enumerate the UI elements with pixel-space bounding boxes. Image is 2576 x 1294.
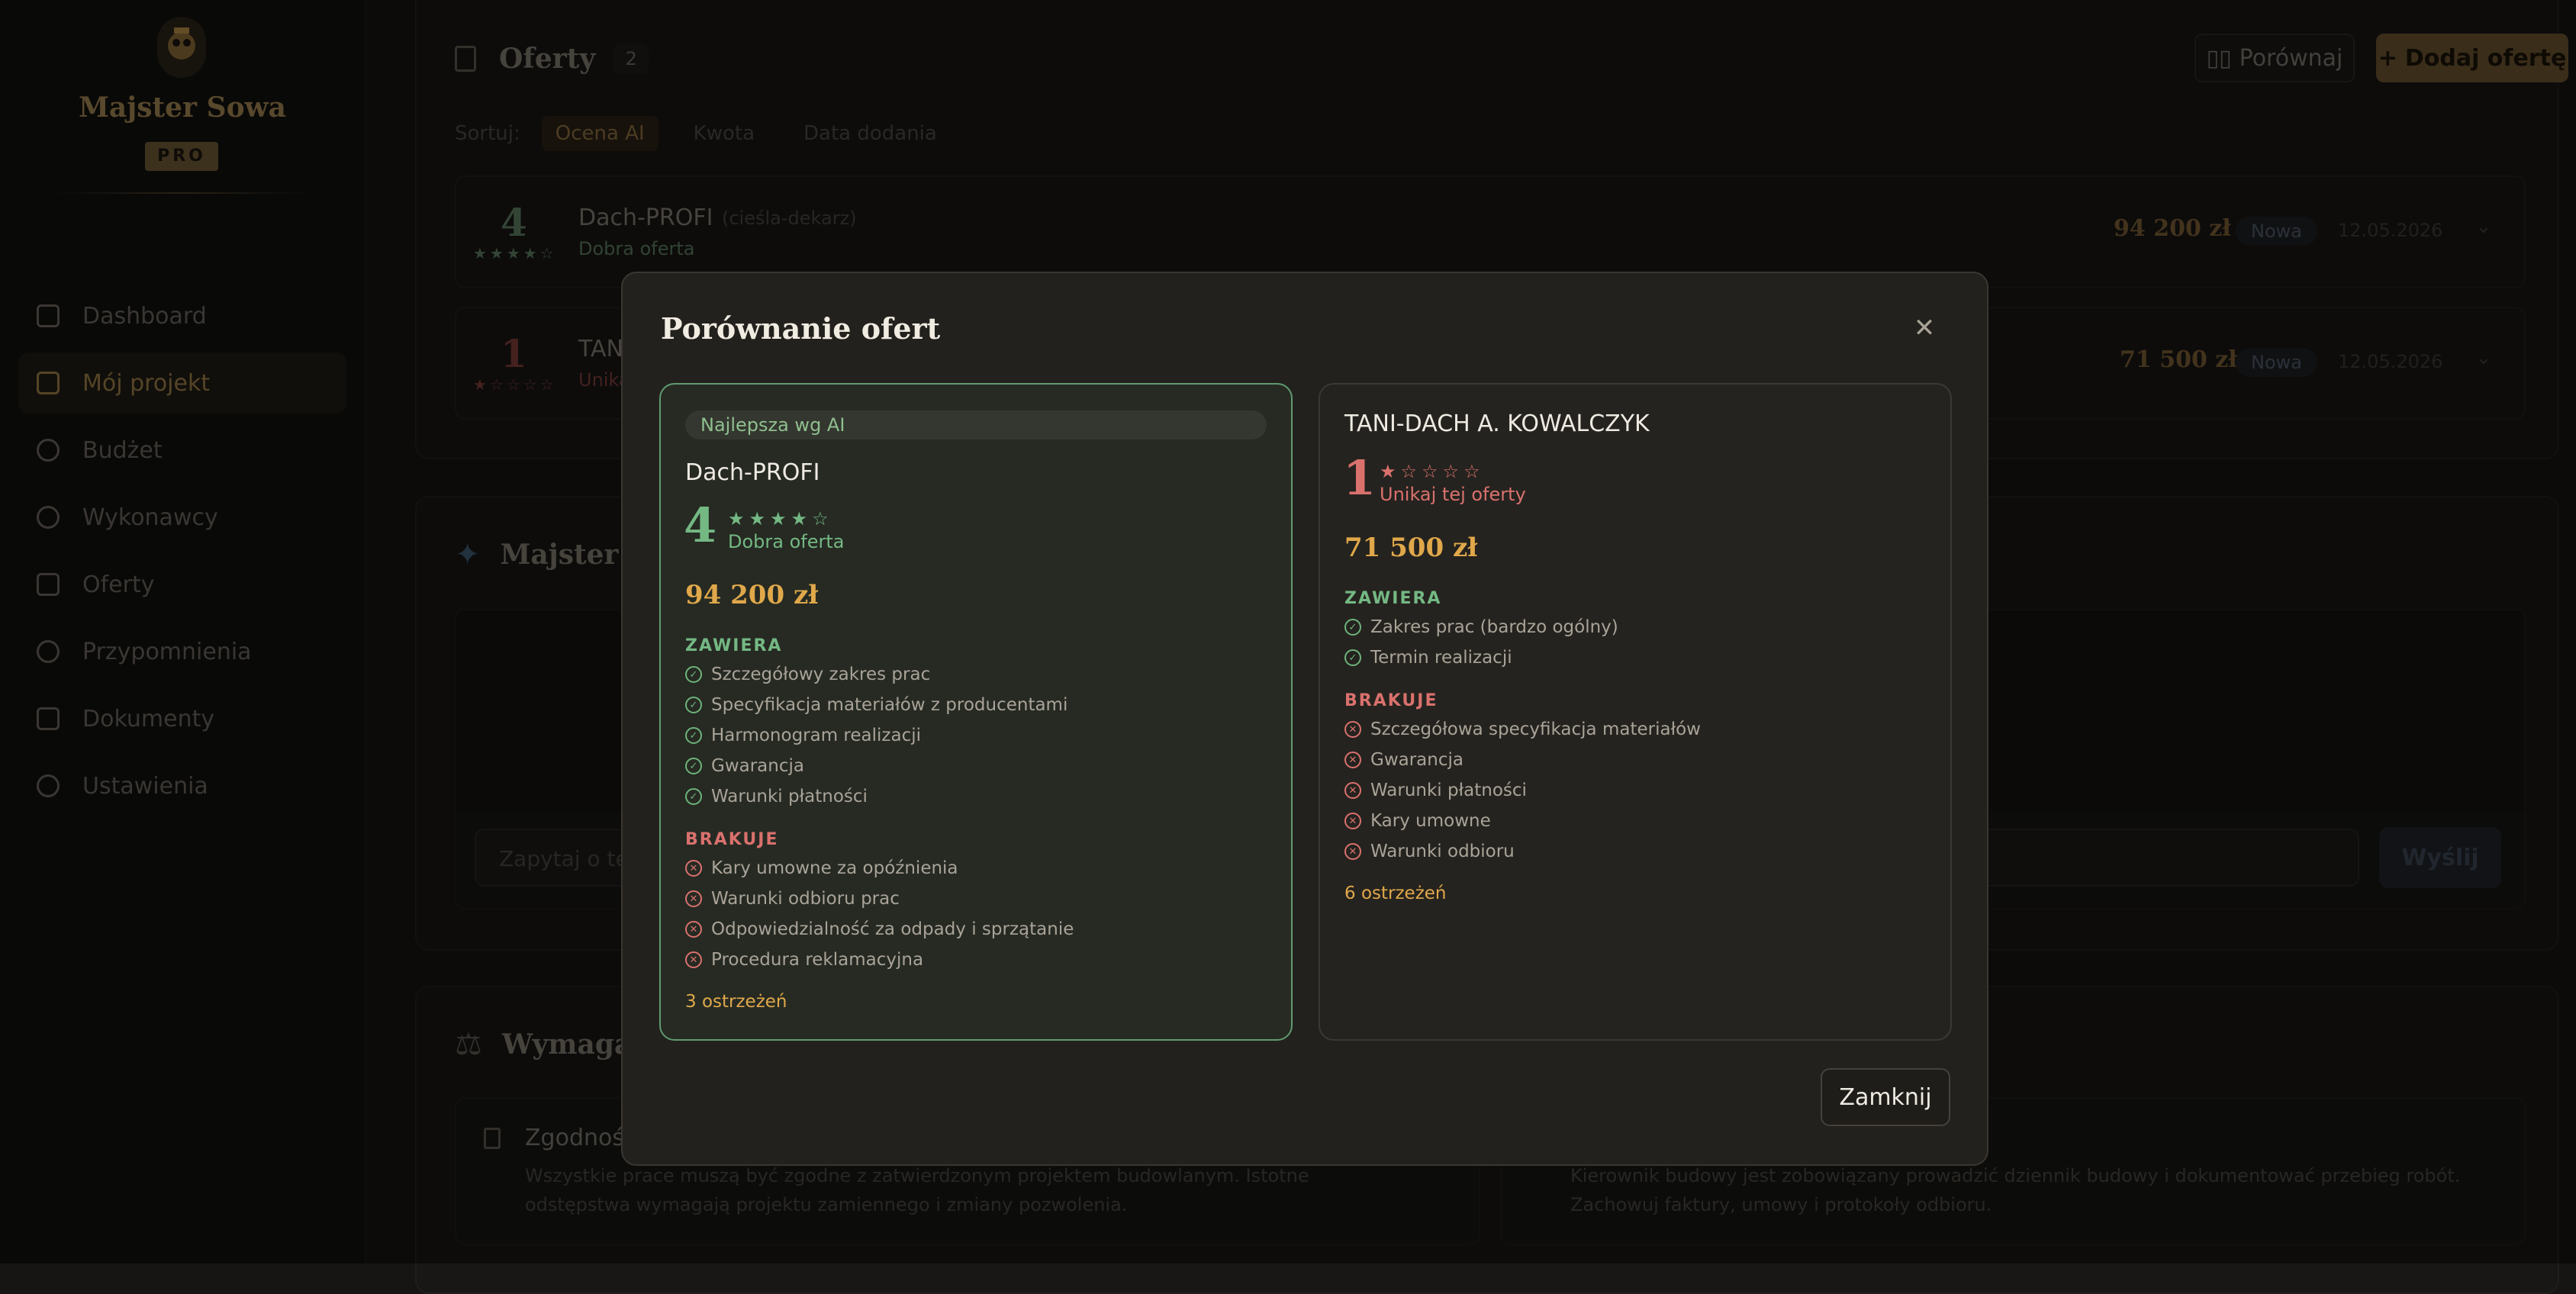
check-circle-icon: ✓ (685, 697, 702, 713)
list-item: ✕ Odpowiedzialność za odpady i sprzątanie (685, 914, 1074, 945)
missing-list: ✕ Kary umowne za opóźnienia ✕ Warunki odbi… (685, 853, 1074, 975)
offer-score: 4 (684, 497, 717, 553)
x-circle-icon: ✕ (1344, 752, 1361, 768)
list-item-label: Warunki płatności (711, 787, 868, 806)
x-circle-icon: ✕ (685, 860, 702, 877)
check-circle-icon: ✓ (1344, 649, 1361, 666)
rating-stars: ★☆☆☆☆ (1380, 461, 1485, 482)
list-item-label: Gwarancja (711, 756, 804, 776)
list-item-label: Kary umowne za opóźnienia (711, 858, 958, 878)
list-item: ✓ Specyfikacja materiałów z producentami (685, 690, 1067, 720)
list-item-label: Warunki odbioru (1370, 842, 1515, 861)
offer-verdict: Unikaj tej oferty (1380, 484, 1526, 505)
offer-card-best: Najlepsza wg AI Dach-PROFI 4 ★★★★☆ Dobra… (659, 383, 1293, 1041)
missing-list: ✕ Szczegółowa specyfikacja materiałów ✕ Gw… (1344, 714, 1701, 867)
list-item: ✓ Gwarancja (685, 751, 1067, 781)
modal-title: Porównanie ofert (661, 311, 941, 346)
offer-price: 71 500 zł (1344, 533, 1478, 563)
x-circle-icon: ✕ (1344, 782, 1361, 799)
x-circle-icon: ✕ (685, 951, 702, 968)
list-item-label: Kary umowne (1370, 811, 1491, 831)
best-ai-badge: Najlepsza wg AI (685, 410, 1267, 439)
list-item-label: Szczegółowy zakres prac (711, 665, 931, 684)
x-circle-icon: ✕ (1344, 721, 1361, 738)
offer-name: TANI-DACH A. KOWALCZYK (1344, 410, 1650, 437)
list-item-label: Szczegółowa specyfikacja materiałów (1370, 719, 1701, 739)
list-item: ✕ Procedura reklamacyjna (685, 945, 1074, 975)
includes-heading: ZAWIERA (1344, 589, 1442, 608)
x-circle-icon: ✕ (1344, 813, 1361, 829)
list-item-label: Procedura reklamacyjna (711, 950, 924, 970)
list-item: ✓ Zakres prac (bardzo ogólny) (1344, 612, 1618, 642)
list-item-label: Zakres prac (bardzo ogólny) (1370, 617, 1618, 637)
list-item-label: Warunki odbioru prac (711, 889, 900, 909)
list-item-label: Gwarancja (1370, 750, 1463, 770)
check-circle-icon: ✓ (685, 727, 702, 744)
compare-offers-modal: Porównanie ofert ✕ Najlepsza wg AI Dach-… (621, 272, 1988, 1166)
list-item: ✓ Szczegółowy zakres prac (685, 659, 1067, 690)
includes-heading: ZAWIERA (685, 636, 783, 655)
x-circle-icon: ✕ (685, 921, 702, 938)
list-item: ✕ Kary umowne za opóźnienia (685, 853, 1074, 884)
includes-list: ✓ Szczegółowy zakres prac ✓ Specyfikacja m… (685, 659, 1067, 812)
offer-name: Dach-PROFI (685, 459, 820, 486)
list-item: ✕ Warunki płatności (1344, 775, 1701, 806)
offer-price: 94 200 zł (685, 580, 819, 610)
list-item: ✓ Termin realizacji (1344, 642, 1618, 673)
list-item: ✓ Harmonogram realizacji (685, 720, 1067, 751)
includes-list: ✓ Zakres prac (bardzo ogólny) ✓ Termin rea… (1344, 612, 1618, 673)
check-circle-icon: ✓ (685, 758, 702, 774)
list-item-label: Warunki płatności (1370, 781, 1527, 800)
x-circle-icon: ✕ (685, 890, 702, 907)
list-item-label: Harmonogram realizacji (711, 726, 922, 745)
check-circle-icon: ✓ (1344, 619, 1361, 636)
list-item: ✕ Warunki odbioru (1344, 836, 1701, 867)
missing-heading: BRAKUJE (685, 830, 779, 849)
close-button[interactable]: Zamknij (1821, 1068, 1950, 1126)
warnings-count[interactable]: 3 ostrzeżeń (685, 992, 787, 1012)
list-item: ✓ Warunki płatności (685, 781, 1067, 812)
list-item: ✕ Kary umowne (1344, 806, 1701, 836)
missing-heading: BRAKUJE (1344, 691, 1438, 710)
offer-verdict: Dobra oferta (728, 531, 845, 552)
offer-card-other: TANI-DACH A. KOWALCZYK 1 ★☆☆☆☆ Unikaj te… (1319, 383, 1952, 1041)
list-item: ✕ Gwarancja (1344, 745, 1701, 775)
list-item-label: Termin realizacji (1370, 648, 1512, 668)
offer-score: 1 (1343, 450, 1377, 506)
close-icon[interactable]: ✕ (1909, 313, 1940, 343)
list-item: ✕ Szczegółowa specyfikacja materiałów (1344, 714, 1701, 745)
warnings-count[interactable]: 6 ostrzeżeń (1344, 884, 1447, 903)
list-item-label: Specyfikacja materiałów z producentami (711, 695, 1068, 715)
list-item-label: Odpowiedzialność za odpady i sprzątanie (711, 919, 1074, 939)
check-circle-icon: ✓ (685, 666, 702, 683)
check-circle-icon: ✓ (685, 788, 702, 805)
rating-stars: ★★★★☆ (728, 508, 833, 530)
x-circle-icon: ✕ (1344, 843, 1361, 860)
list-item: ✕ Warunki odbioru prac (685, 884, 1074, 914)
